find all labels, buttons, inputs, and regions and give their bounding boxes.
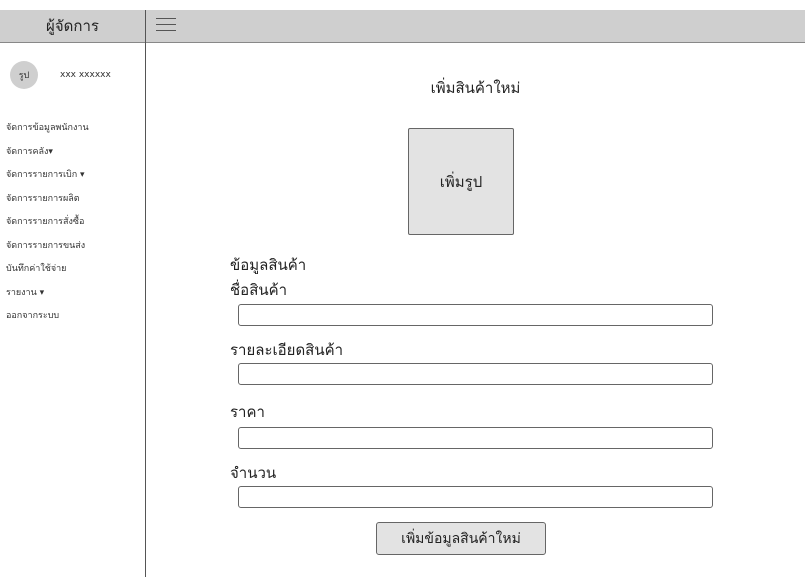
top-gap [0,0,805,10]
sidebar-item-employees[interactable]: จัดการข้อมูลพนักงาน [6,117,145,141]
quantity-input[interactable] [238,486,713,508]
quantity-label: จำนวน [230,464,277,482]
user-profile: รูป xxx xxxxxx [10,61,145,89]
sidebar-item-production[interactable]: จัดการรายการผลิต [6,188,145,212]
sidebar-menu: จัดการข้อมูลพนักงาน จัดการคลัง▾ จัดการรา… [0,117,145,329]
section-label-product-info: ข้อมูลสินค้า [230,256,307,274]
sidebar-item-reports[interactable]: รายงาน ▾ [6,282,145,306]
sidebar-item-orders[interactable]: จัดการรายการสั่งซื้อ [6,211,145,235]
sidebar-item-withdrawals[interactable]: จัดการรายการเบิก ▾ [6,164,145,188]
product-detail-input[interactable] [238,363,713,385]
top-bar [146,10,805,43]
page: ผู้จัดการ รูป xxx xxxxxx จัดการข้อมูลพนั… [0,0,805,577]
add-product-button[interactable]: เพิ่มข้อมูลสินค้าใหม่ [376,522,546,555]
sidebar-title: ผู้จัดการ [0,10,145,43]
hamburger-menu-icon[interactable] [156,18,176,33]
avatar: รูป [10,61,38,89]
product-detail-label: รายละเอียดสินค้า [230,341,344,359]
sidebar-item-expenses[interactable]: บันทึกค่าใช้จ่าย [6,258,145,282]
sidebar-item-shipping[interactable]: จัดการรายการขนส่ง [6,235,145,259]
username: xxx xxxxxx [60,70,111,80]
page-title: เพิ่มสินค้าใหม่ [430,79,521,97]
main-content: เพิ่มสินค้าใหม่ เพิ่มรูป ข้อมูลสินค้า ชื… [146,43,805,577]
product-name-input[interactable] [238,304,713,326]
sidebar-item-warehouse[interactable]: จัดการคลัง▾ [6,141,145,165]
price-label: ราคา [230,403,265,421]
sidebar: ผู้จัดการ รูป xxx xxxxxx จัดการข้อมูลพนั… [0,10,146,577]
price-input[interactable] [238,427,713,449]
sidebar-item-logout[interactable]: ออกจากระบบ [6,305,145,329]
product-name-label: ชื่อสินค้า [230,281,288,299]
add-image-button[interactable]: เพิ่มรูป [408,128,514,235]
